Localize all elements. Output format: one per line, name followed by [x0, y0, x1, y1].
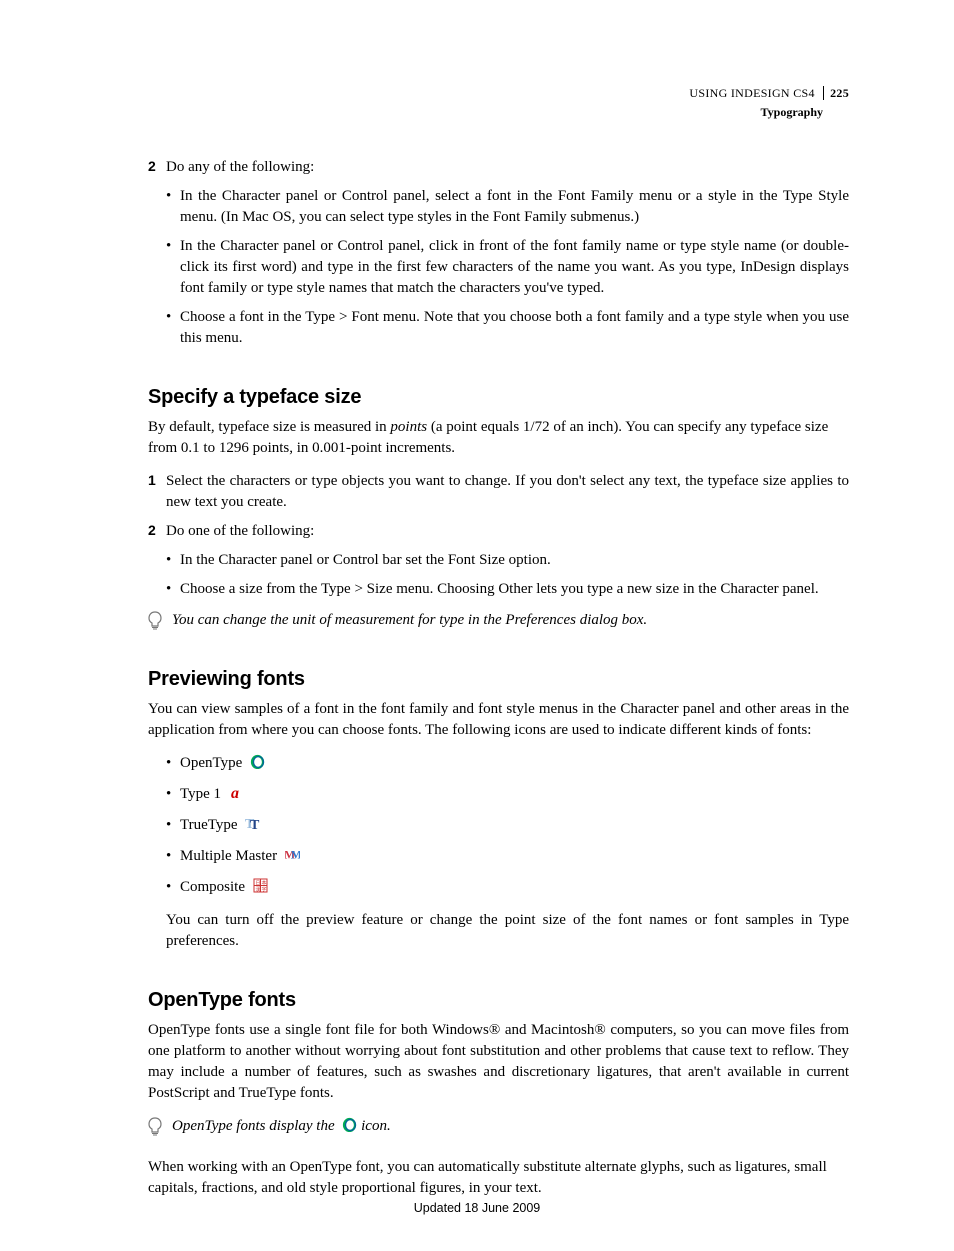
step-number: 2: [148, 157, 156, 177]
truetype-icon: [245, 816, 260, 838]
font-type-list: OpenType Type 1 TrueType Multiple Master…: [148, 753, 849, 900]
body-text: You can view samples of a font in the fo…: [148, 699, 849, 741]
bullet-item: In the Character panel or Control panel,…: [166, 236, 849, 299]
page-header: USING INDESIGN CS4 225 Typography: [689, 85, 849, 121]
font-type-item: Composite: [166, 877, 849, 900]
opentype-icon: [342, 1117, 357, 1139]
step-item: 1 Select the characters or type objects …: [148, 471, 849, 513]
bullet-item: In the Character panel or Control panel,…: [166, 186, 849, 228]
tip-note: You can change the unit of measurement f…: [148, 610, 849, 631]
font-type-item: Type 1: [166, 784, 849, 807]
bullet-list: In the Character panel or Control panel,…: [148, 186, 849, 349]
step-text: Do one of the following:: [166, 523, 314, 539]
step-item: 2 Do any of the following:: [148, 157, 849, 178]
heading-opentype-fonts: OpenType fonts: [148, 986, 849, 1014]
composite-icon: [253, 878, 268, 900]
body-text: OpenType fonts use a single font file fo…: [148, 1020, 849, 1104]
heading-specify-size: Specify a typeface size: [148, 383, 849, 411]
bullet-list: In the Character panel or Control bar se…: [148, 550, 849, 600]
bullet-item: Choose a font in the Type > Font menu. N…: [166, 307, 849, 349]
page-number: 225: [823, 86, 849, 100]
font-type-item: Multiple Master: [166, 846, 849, 869]
font-type-item: TrueType: [166, 815, 849, 838]
section-title: Typography: [689, 104, 823, 121]
page-footer: Updated 18 June 2009: [0, 1200, 954, 1218]
type1-icon: [229, 785, 244, 807]
opentype-icon: [250, 754, 265, 776]
bullet-item: Choose a size from the Type > Size menu.…: [166, 579, 849, 600]
step-text: Select the characters or type objects yo…: [166, 473, 849, 510]
body-text: You can turn off the preview feature or …: [166, 910, 849, 952]
step-number: 2: [148, 521, 156, 541]
step-text: Do any of the following:: [166, 159, 314, 175]
font-type-item: OpenType: [166, 753, 849, 776]
lightbulb-icon: [148, 1117, 162, 1144]
body-text: By default, typeface size is measured in…: [148, 417, 849, 459]
body-text: When working with an OpenType font, you …: [148, 1157, 849, 1199]
lightbulb-icon: [148, 611, 162, 638]
tip-note: OpenType fonts display the icon.: [148, 1116, 849, 1139]
multiple-master-icon: [285, 847, 300, 869]
bullet-item: In the Character panel or Control bar se…: [166, 550, 849, 571]
step-item: 2 Do one of the following:: [148, 521, 849, 542]
book-title: USING INDESIGN CS4: [689, 86, 814, 100]
step-number: 1: [148, 471, 156, 491]
heading-previewing-fonts: Previewing fonts: [148, 665, 849, 693]
